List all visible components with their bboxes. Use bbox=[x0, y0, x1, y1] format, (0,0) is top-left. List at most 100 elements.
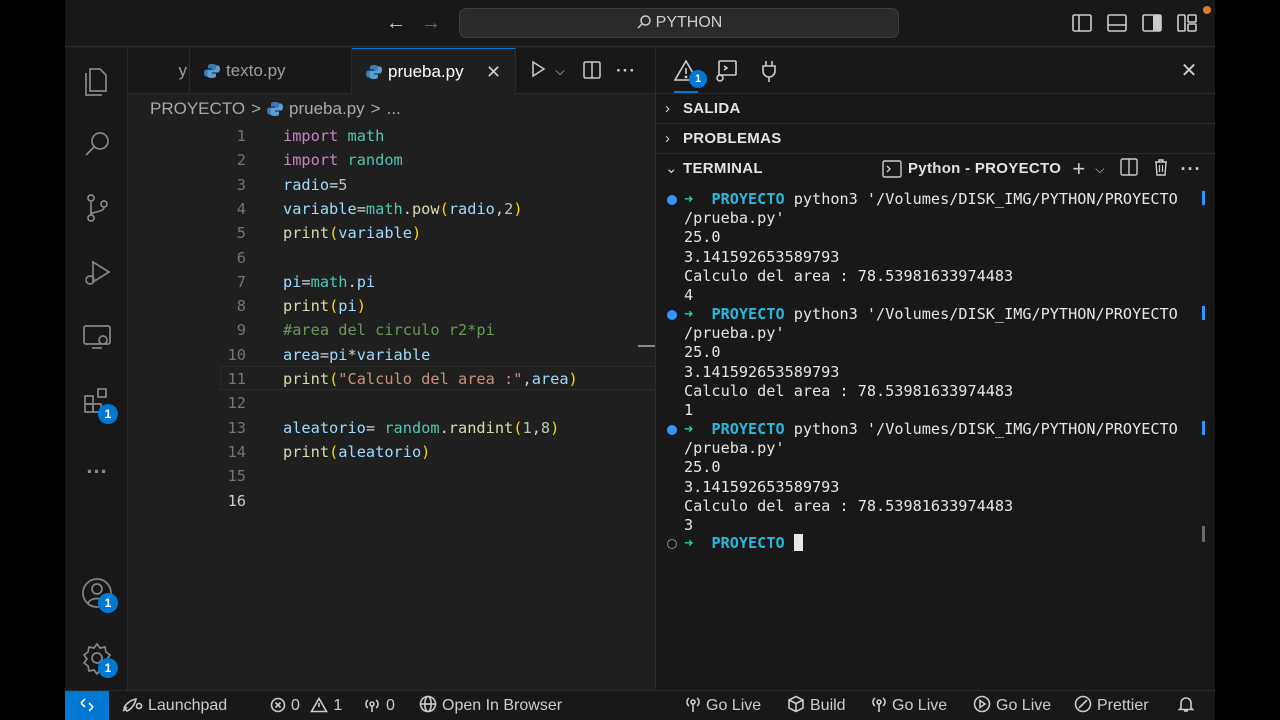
python-file-icon bbox=[366, 65, 382, 79]
terminal-prompt[interactable]: ➜ PROYECTO bbox=[684, 534, 803, 553]
python-file-icon bbox=[267, 102, 284, 116]
rocket-icon bbox=[122, 698, 143, 712]
terminal-line: 3.141592653589793 bbox=[684, 247, 840, 266]
search-icon bbox=[637, 15, 651, 29]
source-control-icon[interactable] bbox=[77, 188, 117, 228]
ports-plug-icon[interactable] bbox=[756, 58, 782, 84]
breadcrumb-separator: > bbox=[251, 99, 262, 118]
command-marker bbox=[1202, 306, 1205, 320]
search-icon[interactable] bbox=[77, 124, 117, 164]
toggle-primary-sidebar-icon[interactable] bbox=[1071, 12, 1093, 34]
terminal-cursor bbox=[793, 534, 803, 551]
broadcast-icon bbox=[365, 699, 379, 712]
tab-prueba-py[interactable]: prueba.py ✕ bbox=[352, 48, 516, 94]
run-python-file-icon[interactable] bbox=[527, 60, 549, 82]
terminal-scrollbar[interactable] bbox=[1202, 526, 1205, 542]
minimap-slider[interactable] bbox=[638, 345, 655, 347]
run-debug-icon[interactable] bbox=[77, 252, 117, 292]
command-success-icon bbox=[667, 425, 677, 435]
package-icon bbox=[788, 695, 804, 713]
editor-tab-bar: y texto.py prueba.py ✕ ⌵ ··· bbox=[128, 48, 655, 94]
code-line: 5 print(variable) bbox=[128, 221, 655, 245]
code-line: 7 pi=math.pi bbox=[128, 270, 655, 294]
remote-indicator-icon[interactable] bbox=[65, 691, 109, 720]
chevron-right-icon: › bbox=[665, 100, 671, 117]
terminal-line: 4 bbox=[684, 286, 694, 304]
close-panel-icon[interactable]: ✕ bbox=[1176, 58, 1202, 84]
explorer-icon[interactable] bbox=[77, 60, 117, 100]
code-text: import math bbox=[283, 127, 385, 145]
ports-status-item[interactable]: 0 bbox=[363, 691, 395, 720]
run-dropdown-chevron-icon[interactable]: ⌵ bbox=[549, 60, 571, 82]
code-line: 15 bbox=[227, 467, 246, 486]
broadcast-icon bbox=[686, 697, 700, 712]
code-line: 6 bbox=[236, 248, 246, 267]
more-icon[interactable]: ... bbox=[77, 446, 117, 486]
tab-texto-py[interactable]: texto.py bbox=[190, 48, 352, 94]
breadcrumb-more[interactable]: ... bbox=[387, 99, 401, 118]
split-editor-icon[interactable] bbox=[581, 60, 603, 82]
breadcrumb-file[interactable]: prueba.py bbox=[289, 99, 365, 118]
toggle-panel-icon[interactable] bbox=[1106, 12, 1128, 34]
code-editor[interactable]: 1 import math 2 import random 3 radio=5 4 va… bbox=[128, 124, 655, 690]
split-terminal-icon[interactable] bbox=[1118, 158, 1140, 180]
code-text: print(pi) bbox=[283, 297, 366, 316]
build-item[interactable]: Build bbox=[787, 691, 846, 720]
terminal-output[interactable]: ➜ PROYECTO python3 '/Volumes/DISK_IMG/PY… bbox=[656, 188, 1215, 688]
arrow-right-icon[interactable]: → bbox=[418, 10, 444, 36]
code-line-current: 16 bbox=[227, 491, 246, 510]
notifications-bell-icon[interactable] bbox=[1177, 691, 1200, 720]
breadcrumb-folder[interactable]: PROYECTO bbox=[150, 99, 245, 118]
terminal-more-icon[interactable]: ··· bbox=[1180, 158, 1202, 180]
warning-icon bbox=[310, 696, 329, 713]
problems-status-item[interactable]: 0 1 bbox=[270, 691, 342, 720]
debug-console-icon[interactable] bbox=[713, 58, 739, 84]
trash-icon[interactable] bbox=[1150, 158, 1172, 180]
terminal-command-line: ➜ PROYECTO python3 '/Volumes/DISK_IMG/PY… bbox=[684, 420, 1178, 438]
breadcrumb-separator: > bbox=[370, 99, 381, 118]
remote-explorer-icon[interactable] bbox=[77, 316, 117, 356]
new-terminal-plus-icon[interactable]: + bbox=[1068, 158, 1090, 180]
terminal-line: 3 bbox=[684, 516, 694, 534]
error-icon bbox=[270, 697, 286, 713]
go-live-item-1[interactable]: Go Live bbox=[685, 691, 761, 720]
code-line: 8 print(pi) bbox=[128, 294, 655, 318]
terminal-line: /prueba.py' bbox=[684, 439, 785, 458]
terminal-dropdown-chevron-icon[interactable]: ⌵ bbox=[1089, 158, 1111, 180]
code-line: 10 area=pi*variable bbox=[128, 343, 655, 367]
code-line: 12 bbox=[227, 394, 246, 413]
code-text: print(aleatorio) bbox=[283, 442, 431, 461]
panel-toolbar: 1 ✕ bbox=[656, 48, 1215, 94]
customize-layout-icon[interactable] bbox=[1176, 12, 1198, 34]
editor-more-actions-icon[interactable]: ··· bbox=[615, 60, 637, 82]
section-problemas[interactable]: › PROBLEMAS bbox=[656, 124, 1215, 154]
section-terminal[interactable]: ⌄ TERMINAL Python - PROYECTO + ⌵ ··· bbox=[656, 154, 1215, 184]
globe-icon bbox=[419, 695, 437, 713]
open-in-browser-item[interactable]: Open In Browser bbox=[419, 691, 562, 720]
code-text: print(variable) bbox=[283, 224, 422, 243]
command-success-icon bbox=[667, 195, 677, 205]
go-live-item-3[interactable]: Go Live bbox=[973, 691, 1051, 720]
command-marker bbox=[1202, 421, 1205, 435]
terminal-line: Calculo del area : 78.53981633974483 bbox=[684, 496, 1014, 515]
launchpad-item[interactable]: Launchpad bbox=[121, 691, 227, 720]
command-center-search[interactable]: PYTHON bbox=[459, 8, 899, 38]
toggle-secondary-sidebar-icon[interactable] bbox=[1141, 12, 1163, 34]
active-view-indicator bbox=[674, 91, 698, 93]
current-line-highlight bbox=[220, 366, 656, 390]
double-check-icon bbox=[1074, 695, 1092, 713]
terminal-line: /prueba.py' bbox=[684, 324, 785, 343]
code-line: 9 #area del circulo r2*pi bbox=[128, 318, 655, 342]
problems-badge: 1 bbox=[689, 70, 707, 88]
prettier-item[interactable]: Prettier bbox=[1074, 691, 1149, 720]
terminal-line: Calculo del area : 78.53981633974483 bbox=[684, 266, 1014, 285]
code-line: 4 variable=math.pow(radio,2) bbox=[128, 197, 655, 221]
play-circle-icon bbox=[973, 695, 991, 713]
terminal-name[interactable]: Python - PROYECTO bbox=[908, 154, 1061, 184]
arrow-left-icon[interactable]: ← bbox=[383, 10, 409, 36]
command-success-icon bbox=[667, 310, 677, 320]
close-tab-icon[interactable]: ✕ bbox=[486, 49, 501, 95]
section-salida[interactable]: › SALIDA bbox=[656, 94, 1215, 124]
go-live-item-2[interactable]: Go Live bbox=[871, 691, 947, 720]
tab-partial[interactable]: y bbox=[128, 48, 190, 94]
